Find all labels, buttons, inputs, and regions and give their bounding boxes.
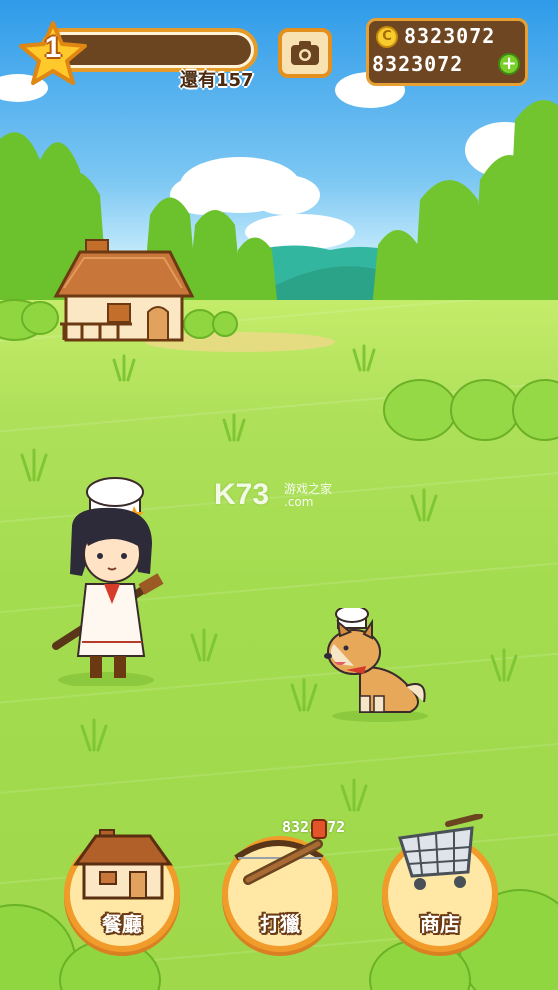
chef-girl-character[interactable]	[52, 476, 166, 686]
restaurant-label: 餐廳	[102, 912, 142, 936]
hedge	[383, 379, 558, 441]
camera-icon	[291, 41, 319, 65]
coin-icon: C	[376, 26, 398, 48]
shop-button[interactable]: 商店	[382, 814, 498, 952]
camera-button[interactable]	[278, 28, 332, 78]
hunt-button[interactable]: 打獵	[222, 819, 338, 952]
coin-count: 8323072	[404, 24, 496, 48]
gem-count: 8323072	[372, 52, 464, 76]
shop-label: 商店	[420, 912, 460, 936]
exp-remaining-label: 還有157	[180, 70, 254, 91]
level-number: 1	[44, 31, 62, 64]
restaurant-button[interactable]: 餐廳	[64, 829, 180, 952]
hunt-label: 打獵	[260, 912, 300, 936]
crossbow-icon	[234, 819, 327, 885]
shiba-dog-character[interactable]	[320, 608, 430, 722]
restaurant-icon	[73, 829, 173, 900]
restaurant-house[interactable]	[52, 238, 194, 342]
watermark-logo: K73	[214, 478, 270, 511]
game-screen: 1 還有157 C 8323072 8323072 + K73 游戏之家 .co…	[0, 0, 558, 990]
watermark-site-url: .com	[284, 495, 314, 509]
shopping-cart-icon	[398, 814, 483, 890]
add-currency-button[interactable]: +	[498, 53, 520, 75]
